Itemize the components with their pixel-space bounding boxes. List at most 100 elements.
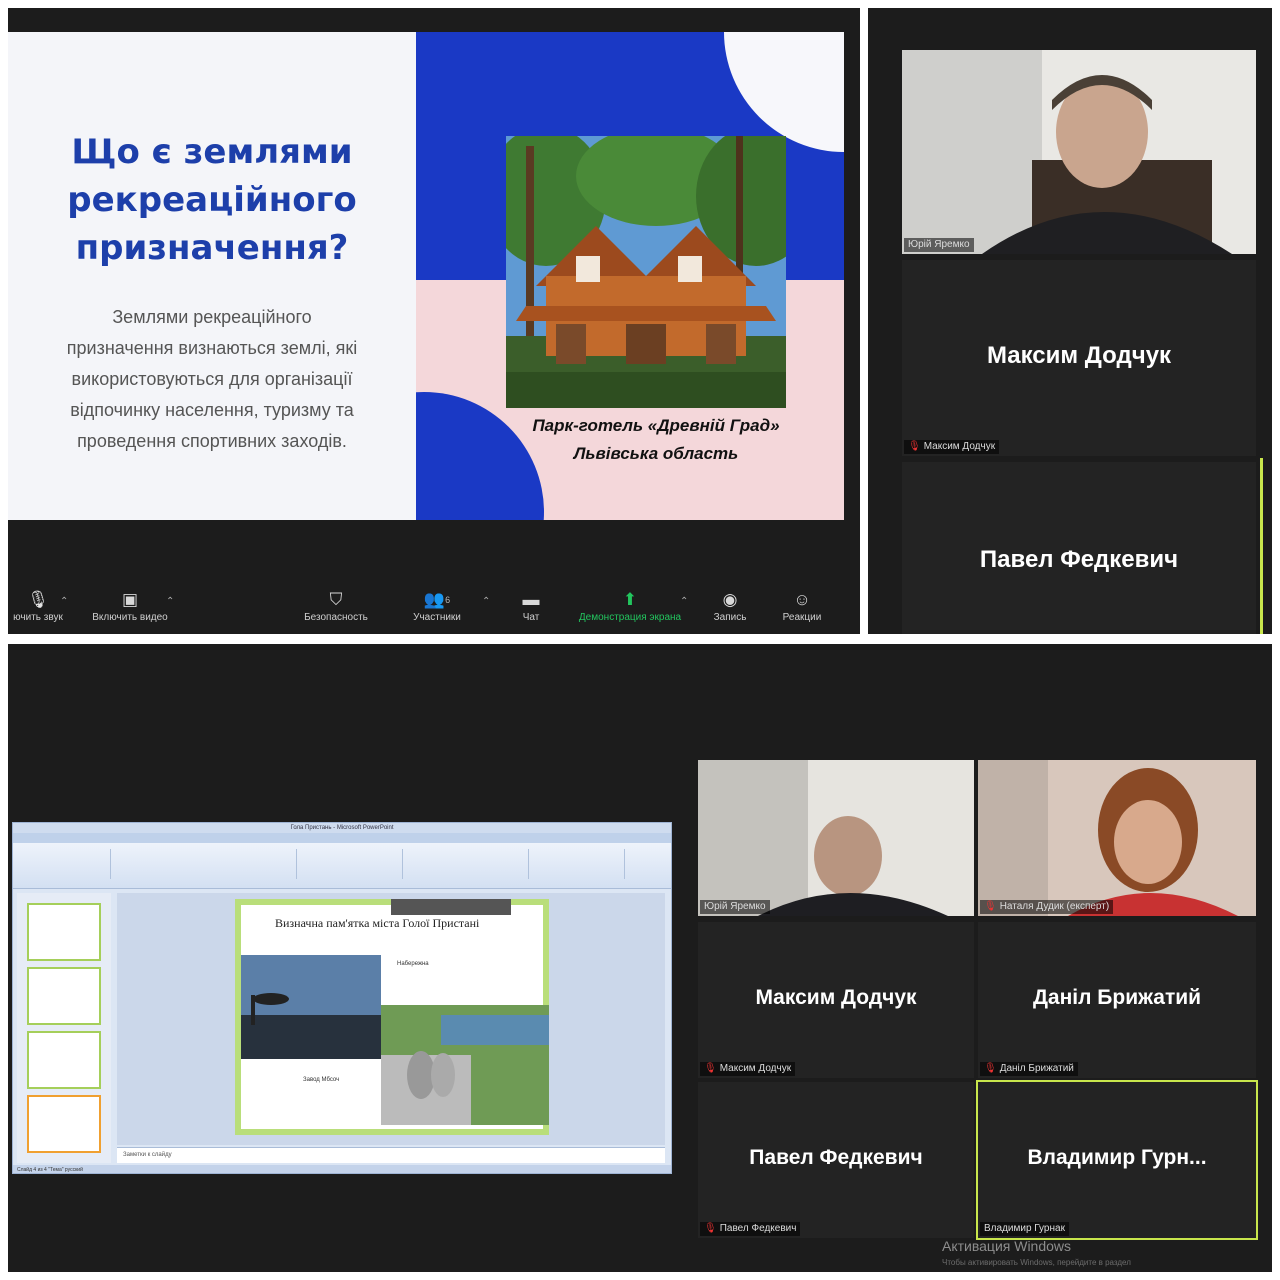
participant-tag: 🎙 Наталя Дудик (експерт) — [980, 900, 1114, 914]
security-label: Безопасность — [304, 612, 368, 623]
ribbon-tabs — [13, 833, 671, 843]
mic-muted-icon: 🎙 — [984, 1063, 997, 1074]
video-tile[interactable]: Юрій Яремко — [698, 760, 974, 916]
factory-photo — [381, 1005, 549, 1125]
slide-body-line: Землями рекреаційного — [112, 307, 312, 327]
active-speaker-edge — [1260, 458, 1263, 634]
participant-video — [698, 760, 974, 916]
record-button[interactable]: ◉ Запись — [708, 588, 752, 630]
participants-button[interactable]: 👥6 Участники — [406, 588, 468, 630]
slide-thumbnail[interactable] — [27, 967, 101, 1025]
slide-title-line: рекреаційного — [67, 180, 357, 220]
video-options-caret[interactable]: ⌃ — [166, 596, 174, 607]
meeting-toolbar: 🎙 ючить звук ⌃ ▣ Включить видео ⌃ ⛉ Безо… — [8, 582, 860, 634]
participants-label: Участники — [413, 612, 461, 623]
notes-pane[interactable]: Заметки к слайду — [117, 1147, 665, 1163]
status-bar: Слайд 4 из 4 "Тема" русский — [13, 1165, 671, 1173]
participant-name: Даніл Брижатий — [1032, 986, 1202, 1009]
label-factory: Завод Мбсоч — [303, 1077, 340, 1083]
mic-muted-icon: 🎙 — [704, 1063, 717, 1074]
participants-options-caret[interactable]: ⌃ — [482, 596, 490, 607]
participant-gallery-top: Юрій Яремко Максим Додчук 🎙 Максим Додчук… — [868, 8, 1272, 634]
presentation-slide: Що є землями рекреаційного призначення? … — [8, 32, 844, 520]
participant-name: Павел Федкевич — [979, 546, 1179, 573]
caption-line: Львівська область — [573, 444, 739, 463]
participant-tag: 🎙 Максим Додчук — [700, 1062, 796, 1076]
participant-tile-active-speaker[interactable]: Владимир Гурн... Владимир Гурнак — [976, 1080, 1258, 1240]
participant-tag-label: Даніл Брижатий — [999, 1063, 1074, 1074]
windows-activation-hint: Чтобы активировать Windows, перейдите в … — [942, 1258, 1131, 1267]
slide-thumbnail[interactable] — [27, 903, 101, 961]
slide-thumbnail-selected[interactable] — [27, 1095, 101, 1153]
reactions-button[interactable]: ☺ Реакции — [774, 588, 830, 630]
chat-button[interactable]: ▬ Чат — [510, 588, 552, 630]
share-screen-button[interactable]: ⬆ Демонстрация экрана — [570, 588, 690, 630]
mute-button[interactable]: 🎙 ючить звук — [8, 588, 68, 630]
slide-title-line: призначення? — [75, 228, 349, 268]
chat-icon: ▬ — [522, 590, 540, 609]
hotel-photo — [506, 136, 786, 408]
video-label: Включить видео — [92, 612, 168, 623]
collage: Що є землями рекреаційного призначення? … — [0, 0, 1280, 1280]
participant-tag: 🎙 Павел Федкевич — [700, 1222, 801, 1236]
slide-thumbnail[interactable] — [27, 1031, 101, 1089]
slide-title: Що є землями рекреаційного призначення? — [26, 128, 398, 272]
reactions-label: Реакции — [782, 612, 822, 623]
caption-line: Парк-готель «Древній Град» — [532, 416, 780, 435]
video-tile[interactable]: Юрій Яремко — [902, 50, 1256, 254]
participant-name: Владимир Гурн... — [1027, 1146, 1207, 1169]
mic-muted-icon: 🎙 — [704, 1223, 717, 1234]
powerpoint-window: Гола Пристань - Microsoft PowerPoint Виз… — [12, 822, 672, 1174]
participant-tag: Юрій Яремко — [700, 900, 770, 914]
slide-body-line: проведення спортивних заходів. — [77, 431, 347, 451]
zoom-meeting-bottom: Гола Пристань - Microsoft PowerPoint Виз… — [8, 644, 1272, 1272]
slide-canvas: Визначна пам'ятка міста Голої Пристані Н… — [117, 893, 665, 1145]
share-options-caret[interactable]: ⌃ — [680, 596, 688, 607]
audio-options-caret[interactable]: ⌃ — [60, 596, 68, 607]
participant-tile[interactable]: Павел Федкевич — [902, 462, 1256, 634]
security-button[interactable]: ⛉ Безопасность — [298, 588, 374, 630]
video-tile[interactable]: 🎙 Наталя Дудик (експерт) — [978, 760, 1256, 916]
participant-tag-label: Максим Додчук — [923, 441, 996, 452]
mic-muted-icon: 🎙 — [908, 441, 921, 452]
slide-body: Землями рекреаційного призначення визнаю… — [26, 302, 398, 457]
shield-icon: ⛉ — [329, 590, 343, 609]
slide-title-line: Що є землями — [71, 132, 353, 172]
participant-tile[interactable]: Максим Додчук 🎙 Максим Додчук — [698, 922, 974, 1078]
mic-muted-icon: 🎙 — [984, 901, 997, 912]
participant-tag-label: Наталя Дудик (експерт) — [999, 901, 1110, 912]
slide-text-column: Що є землями рекреаційного призначення? … — [8, 32, 416, 520]
window-title: Гола Пристань - Microsoft PowerPoint — [13, 823, 671, 833]
participant-tag-label: Максим Додчук — [719, 1063, 792, 1074]
record-label: Запись — [713, 612, 747, 623]
zoom-screen-share: Що є землями рекреаційного призначення? … — [8, 8, 860, 634]
video-off-icon: ▣ — [121, 590, 139, 609]
share-screen-icon: ⬆ — [622, 590, 638, 609]
participants-icon: 👥6 — [423, 590, 451, 609]
participant-tag: Юрій Яремко — [904, 238, 974, 252]
ribbon — [13, 843, 671, 889]
windows-activation-title: Активация Windows — [942, 1238, 1072, 1254]
chat-label: Чат — [522, 612, 540, 623]
participant-tile[interactable]: Павел Федкевич 🎙 Павел Федкевич — [698, 1082, 974, 1238]
ppt-slide-title: Визначна пам'ятка міста Голої Пристані — [275, 916, 480, 930]
participant-video — [978, 760, 1256, 916]
participant-name: Павел Федкевич — [749, 1146, 923, 1169]
label-embankment: Набережна — [397, 961, 429, 967]
participant-tile[interactable]: Максим Додчук 🎙 Максим Додчук — [902, 260, 1256, 456]
participant-name: Максим Додчук — [755, 986, 917, 1009]
ppt-slide: Визначна пам'ятка міста Голої Пристані Н… — [235, 899, 549, 1135]
participant-video — [902, 50, 1256, 254]
mute-label: ючить звук — [13, 612, 63, 623]
slide-thumbnails — [17, 893, 111, 1163]
participants-count: 6 — [445, 595, 451, 605]
participant-tag: Владимир Гурнак — [980, 1222, 1069, 1236]
slide-body-line: використовуються для організації — [71, 369, 353, 389]
record-icon: ◉ — [722, 590, 738, 609]
slide-image-column: Парк-готель «Древній Град» Львівська обл… — [416, 32, 844, 520]
participant-name: Максим Додчук — [986, 342, 1172, 369]
video-button[interactable]: ▣ Включить видео — [86, 588, 174, 630]
share-screen-label: Демонстрация экрана — [578, 612, 682, 623]
participant-tile[interactable]: Даніл Брижатий 🎙 Даніл Брижатий — [978, 922, 1256, 1078]
reactions-icon: ☺ — [793, 590, 811, 609]
